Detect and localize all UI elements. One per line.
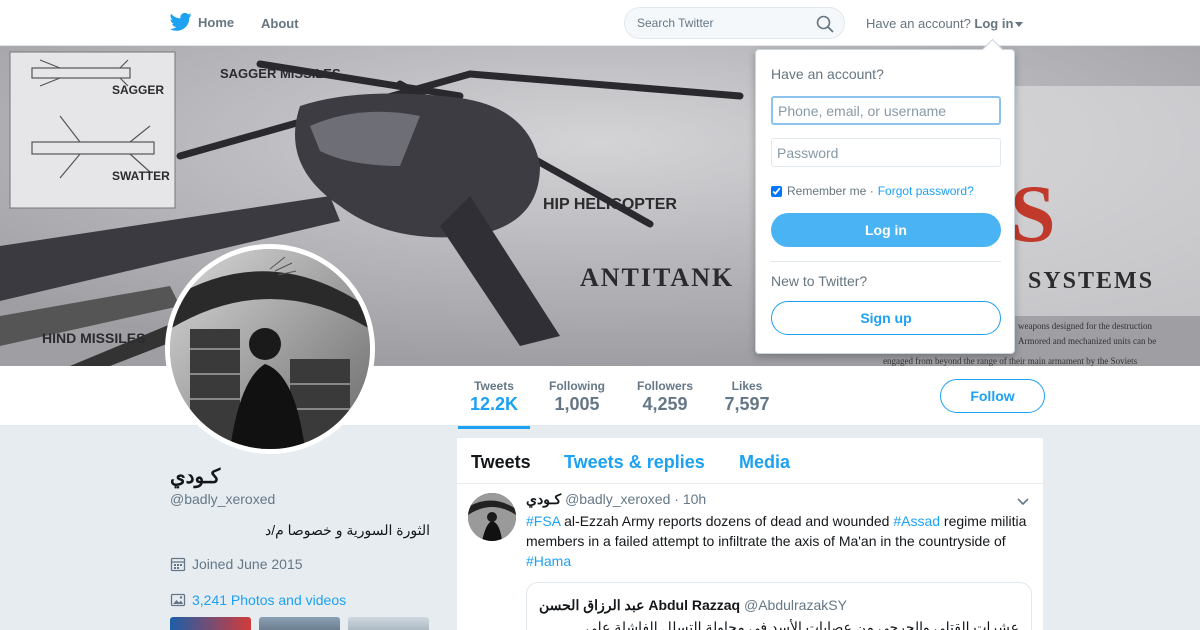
tweet-author-name[interactable]: كـودي (526, 491, 561, 507)
stat-likes-label: Likes (731, 379, 763, 393)
login-button[interactable]: Log in (771, 213, 1001, 247)
stat-followers[interactable]: Followers 4,259 (635, 379, 695, 415)
image-icon (170, 593, 186, 607)
forgot-password-link[interactable]: Forgot password? (878, 184, 974, 198)
tweet-avatar-image (468, 493, 516, 541)
username-field[interactable] (771, 96, 1001, 125)
login-dropdown: Have an account? Remember me · Forgot pa… (755, 49, 1015, 354)
tweet-header: كـودي @badly_xeroxed · 10h (526, 491, 706, 508)
stat-followers-label: Followers (636, 379, 693, 393)
banner-label-sagger-missiles: SAGGER MISSILES (220, 66, 341, 81)
banner-label-hip-helicopter: HIP HELICOPTER (543, 196, 677, 213)
login-toggle[interactable]: Have an account? Log in (866, 16, 1024, 31)
banner-label-systems: SYSTEMS (1028, 268, 1154, 294)
nav-about[interactable]: About (261, 16, 299, 31)
login-link[interactable]: Log in (974, 16, 1013, 31)
stat-following-label: Following (549, 379, 605, 393)
remember-me-checkbox[interactable] (771, 185, 782, 197)
avatar[interactable] (165, 244, 375, 454)
hashtag-hama[interactable]: #Hama (526, 553, 571, 569)
stat-tweets-value: 12.2K (470, 394, 519, 414)
search-icon[interactable] (816, 15, 834, 33)
divider (771, 261, 1001, 262)
profile-handle[interactable]: @badly_xeroxed (170, 491, 275, 507)
chevron-down-icon[interactable] (1016, 495, 1030, 509)
stat-followers-value: 4,259 (642, 394, 688, 414)
stat-tweets-label: Tweets (474, 379, 514, 393)
banner-label-swatter: SWATTER (112, 169, 170, 183)
remember-row: Remember me · Forgot password? (771, 184, 974, 198)
quoted-tweet-text: عشرات القتلى والجرحى من عصابات الأسد في … (585, 619, 1019, 630)
quoted-author-handle: @AbdulrazakSY (744, 597, 847, 613)
banner-fine-print-1: weapons designed for the destruction (1018, 321, 1152, 331)
search-input[interactable] (625, 8, 805, 38)
banner-label-sagger: SAGGER (112, 83, 164, 97)
new-to-twitter-text: New to Twitter? (771, 273, 868, 289)
nav-home[interactable]: Home (170, 12, 234, 32)
profile-bio: الثورة السورية و خصوصا م/د (264, 522, 430, 538)
stat-following[interactable]: Following 1,005 (547, 379, 607, 415)
quoted-tweet[interactable]: عبد الرزاق الحسن Abdul Razzaq @Abdulraza… (526, 582, 1032, 630)
banner-label-antitank: ANTITANK (580, 263, 734, 292)
stat-following-value: 1,005 (554, 394, 600, 414)
stat-tweets[interactable]: Tweets 12.2K (458, 379, 530, 429)
banner-fine-print-3: engaged from beyond the range of their m… (883, 356, 1138, 366)
stat-likes-value: 7,597 (724, 394, 770, 414)
stat-likes[interactable]: Likes 7,597 (722, 379, 772, 415)
quoted-author-name: عبد الرزاق الحسن Abdul Razzaq (539, 597, 741, 613)
avatar-image (170, 249, 370, 449)
password-field[interactable] (771, 138, 1001, 167)
tweet-time[interactable]: · 10h (674, 491, 706, 507)
signup-button[interactable]: Sign up (771, 301, 1001, 335)
nav-home-label: Home (198, 14, 235, 30)
remember-me-label[interactable]: Remember me (787, 184, 866, 198)
media-thumbnail[interactable] (348, 617, 429, 630)
tweet[interactable]: كـودي @badly_xeroxed · 10h #FSA al-Ezzah… (456, 437, 1044, 630)
have-account-text: Have an account? (866, 16, 971, 31)
profile-media-text: 3,241 Photos and videos (192, 592, 347, 608)
twitter-bird-icon (170, 12, 192, 31)
media-thumbnail[interactable] (259, 617, 340, 630)
banner-fine-print-2: Armored and mechanized units can be (1018, 336, 1156, 346)
caret-down-icon (1015, 22, 1024, 28)
follow-button[interactable]: Follow (940, 379, 1045, 413)
hashtag-fsa[interactable]: #FSA (526, 513, 560, 529)
quoted-tweet-header: عبد الرزاق الحسن Abdul Razzaq @Abdulraza… (539, 597, 847, 614)
search-box (624, 7, 845, 39)
calendar-icon (170, 557, 186, 572)
top-nav-bar: Home About Have an account? Log in (0, 0, 1200, 46)
profile-joined: Joined June 2015 (170, 556, 303, 572)
hashtag-assad[interactable]: #Assad (893, 513, 940, 529)
banner-red-letter: S (1010, 168, 1056, 259)
profile-name[interactable]: كـودي (170, 464, 220, 489)
profile-media-link[interactable]: 3,241 Photos and videos (170, 592, 346, 608)
tweet-avatar[interactable] (468, 493, 516, 541)
tweet-text-part-1: al-Ezzah Army reports dozens of dead and… (560, 513, 894, 529)
profile-joined-text: Joined June 2015 (192, 556, 303, 572)
remember-separator: · (869, 184, 874, 198)
tweet-text: #FSA al-Ezzah Army reports dozens of dea… (526, 511, 1036, 571)
login-dropdown-title: Have an account? (771, 66, 884, 82)
banner-label-hind-missiles: HIND MISSILES (42, 330, 145, 346)
tweet-author-handle[interactable]: @badly_xeroxed (565, 491, 670, 507)
media-thumbnail[interactable] (170, 617, 251, 630)
